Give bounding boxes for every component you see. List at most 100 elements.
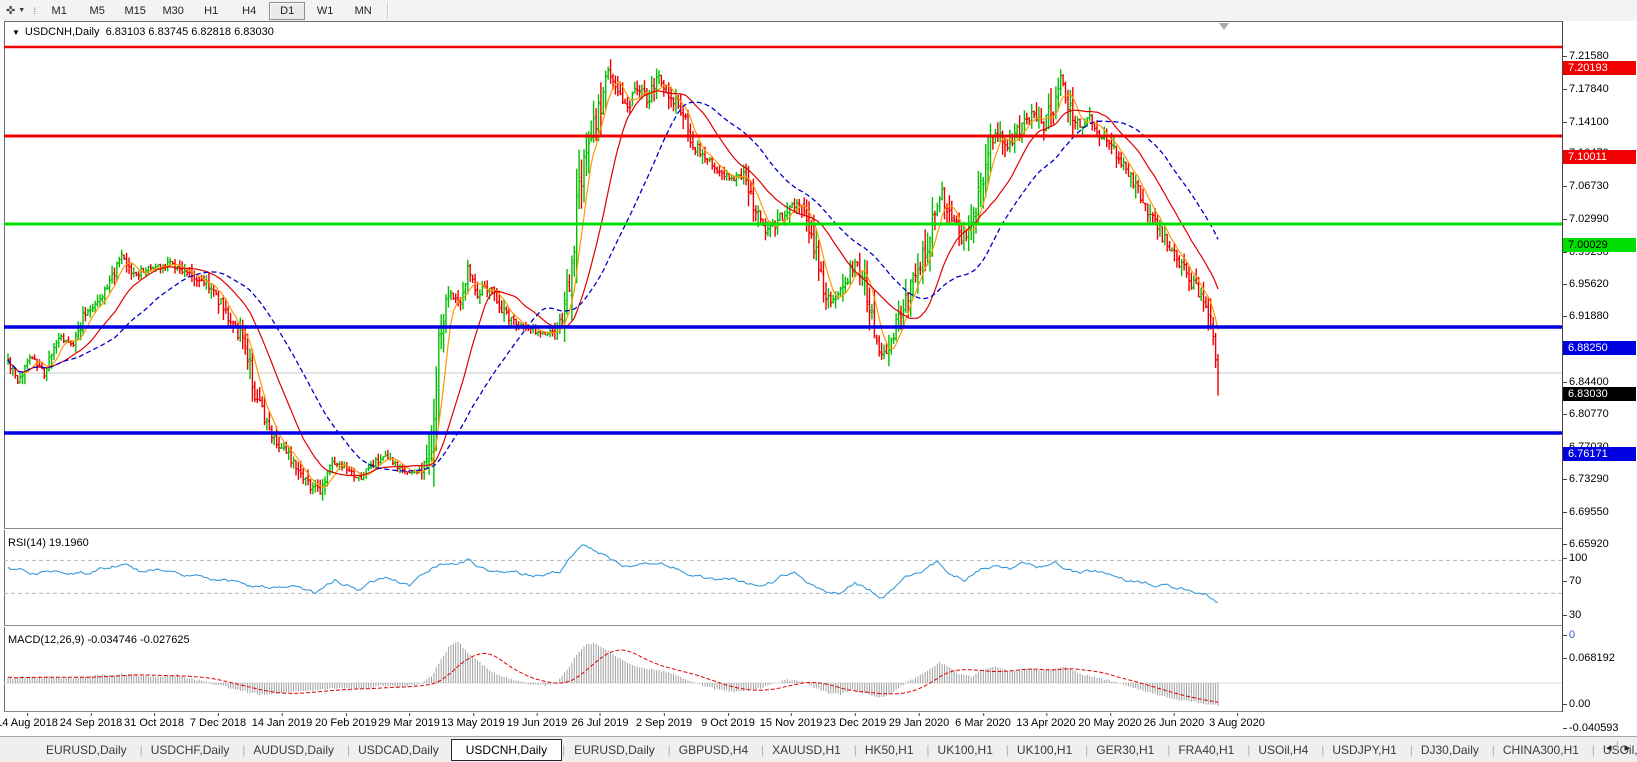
chart-tab-bar: EURUSD,DailyUSDCHF,DailyAUDUSD,DailyUSDC…: [0, 736, 1637, 762]
date-axis-label: 3 Aug 2020: [1209, 717, 1265, 729]
tab-arrow-separator: [1617, 741, 1618, 755]
date-axis-label: 23 Dec 2019: [824, 717, 886, 729]
chart-tab[interactable]: UK100,H1: [926, 740, 1005, 760]
date-axis-label: 14 Jan 2019: [252, 717, 313, 729]
chart-tab[interactable]: UK100,H1: [1005, 740, 1084, 760]
rsi-axis-label: 30: [1562, 609, 1581, 621]
price-axis-tick: 7.02990: [1562, 213, 1609, 225]
chart-tab[interactable]: CHINA300,H1: [1491, 740, 1591, 760]
chart-tab[interactable]: EURUSD,Daily: [34, 740, 139, 760]
timeframe-button[interactable]: MN: [345, 2, 381, 20]
macd-axis-label: -0.040593: [1562, 722, 1619, 734]
timeframe-button[interactable]: M30: [155, 2, 191, 20]
chart-tab[interactable]: GBPUSD,H4: [667, 740, 760, 760]
date-axis-label: 9 Oct 2019: [701, 717, 755, 729]
tab-scroll-arrows: ◂ ▸: [1602, 740, 1634, 755]
date-axis-label: 20 Feb 2019: [315, 717, 377, 729]
price-axis-tick: 6.91880: [1562, 310, 1609, 322]
panel-separator: [4, 711, 1562, 713]
chart-tab[interactable]: USDCAD,Daily: [346, 740, 451, 760]
chart-title: ▼ USDCNH,Daily 6.83103 6.83745 6.82818 6.…: [12, 26, 274, 38]
tab-scroll-left-icon[interactable]: ◂: [1602, 740, 1616, 755]
chart-title-ohlc: 6.83103 6.83745 6.82818 6.83030: [106, 26, 274, 38]
date-axis-label: 15 Nov 2019: [760, 717, 822, 729]
chart-tools-button[interactable]: ✜ ▼: [0, 4, 31, 17]
date-axis-label: 2 Sep 2019: [636, 717, 692, 729]
date-axis-label: 29 Mar 2019: [378, 717, 440, 729]
date-axis-label: 6 Mar 2020: [955, 717, 1011, 729]
price-axis-border: [1562, 21, 1563, 712]
price-axis-tick: 6.69550: [1562, 506, 1609, 518]
panel-separator[interactable]: [4, 625, 1562, 627]
chart-shift-marker-icon[interactable]: [1219, 23, 1229, 30]
macd-axis-label: 0.068192: [1562, 652, 1615, 664]
date-axis-label: 14 Aug 2018: [0, 717, 58, 729]
price-axis-tick: 6.95620: [1562, 278, 1609, 290]
price-level-badge: 6.83030: [1563, 387, 1636, 401]
price-axis-tick: 6.73290: [1562, 473, 1609, 485]
timeframe-button[interactable]: M5: [79, 2, 115, 20]
rsi-panel-canvas[interactable]: [4, 530, 1562, 625]
price-axis-tick: 7.06730: [1562, 180, 1609, 192]
chart-tab[interactable]: XAUUSD,H1: [760, 740, 853, 760]
chart-tab[interactable]: FRA40,H1: [1166, 740, 1246, 760]
date-axis-label: 24 Sep 2018: [60, 717, 122, 729]
chart-title-symbol: USDCNH,Daily: [25, 26, 100, 38]
date-axis-label: 31 Oct 2018: [124, 717, 184, 729]
price-axis-tick: 6.80770: [1562, 408, 1609, 420]
timeframe-toolbar: ✜ ▼ ⁞⁞ M1M5M15M30H1H4D1W1MN: [0, 0, 1637, 22]
chevron-down-icon: ▼: [18, 7, 25, 14]
rsi-indicator-label: RSI(14) 19.1960: [8, 537, 89, 549]
panel-separator[interactable]: [4, 528, 1562, 530]
price-axis-tick: 7.14100: [1562, 116, 1609, 128]
timeframe-button[interactable]: D1: [269, 2, 305, 20]
price-axis[interactable]: 7.215807.178407.141007.104707.067307.029…: [1562, 21, 1637, 736]
chart-tab[interactable]: DJ30,Daily: [1409, 740, 1491, 760]
chart-tab[interactable]: AUDUSD,Daily: [241, 740, 346, 760]
toolbar-grip-handle[interactable]: ⁞⁞: [33, 6, 34, 16]
macd-indicator-label: MACD(12,26,9) -0.034746 -0.027625: [8, 634, 190, 646]
price-axis-tick: 6.65920: [1562, 538, 1609, 550]
chart-window: ▼ USDCNH,Daily 6.83103 6.83745 6.82818 6.…: [0, 21, 1637, 736]
price-level-badge: 7.20193: [1563, 61, 1636, 75]
date-axis-label: 13 Apr 2020: [1016, 717, 1075, 729]
date-axis-label: 13 May 2019: [441, 717, 505, 729]
date-axis-label: 26 Jul 2019: [572, 717, 629, 729]
price-level-badge: 6.76171: [1563, 447, 1636, 461]
macd-axis-label: 0.00: [1562, 698, 1590, 710]
price-level-badge: 7.10011: [1563, 150, 1636, 164]
chart-tab[interactable]: GER30,H1: [1084, 740, 1166, 760]
timeframe-button[interactable]: M15: [117, 2, 153, 20]
chart-tab[interactable]: USDCNH,Daily: [451, 739, 562, 761]
chart-border-top: [4, 21, 1637, 22]
chart-tab[interactable]: USOil,H4: [1246, 740, 1320, 760]
rsi-axis-label: 70: [1562, 575, 1581, 587]
timeframe-button[interactable]: M1: [41, 2, 77, 20]
timeframe-button[interactable]: H1: [193, 2, 229, 20]
tab-scroll-right-icon[interactable]: ▸: [1620, 740, 1634, 755]
symbol-dropdown-icon[interactable]: ▼: [12, 28, 20, 37]
date-axis[interactable]: 14 Aug 201824 Sep 201831 Oct 2018 7 Dec 2…: [0, 712, 1637, 736]
date-axis-label: 19 Jun 2019: [507, 717, 568, 729]
price-level-badge: 7.00029: [1563, 238, 1636, 252]
price-level-badge: 6.88250: [1563, 341, 1636, 355]
date-axis-label: 20 May 2020: [1078, 717, 1142, 729]
macd-panel-canvas[interactable]: [4, 627, 1562, 711]
timeframe-button[interactable]: W1: [307, 2, 343, 20]
date-axis-label: 7 Dec 2018: [190, 717, 246, 729]
date-axis-label: 29 Jan 2020: [889, 717, 950, 729]
rsi-axis-label: 100: [1562, 552, 1587, 564]
chart-tab[interactable]: HK50,H1: [853, 740, 926, 760]
toolbar-separator: [387, 3, 389, 18]
rsi-axis-label: 0: [1562, 629, 1575, 641]
chart-tab[interactable]: USDCHF,Daily: [139, 740, 242, 760]
price-axis-tick: 7.17840: [1562, 83, 1609, 95]
chart-tab[interactable]: EURUSD,Daily: [562, 740, 667, 760]
date-axis-label: 26 Jun 2020: [1144, 717, 1205, 729]
timeframe-button[interactable]: H4: [231, 2, 267, 20]
chart-tools-icon: ✜: [6, 4, 15, 17]
chart-tab[interactable]: USDJPY,H1: [1320, 740, 1408, 760]
trading-platform-window: ✜ ▼ ⁞⁞ M1M5M15M30H1H4D1W1MN ▼ USDCNH,Dail…: [0, 0, 1637, 762]
main-chart-canvas[interactable]: [4, 23, 1562, 528]
timeframe-group: M1M5M15M30H1H4D1W1MN: [40, 0, 382, 21]
